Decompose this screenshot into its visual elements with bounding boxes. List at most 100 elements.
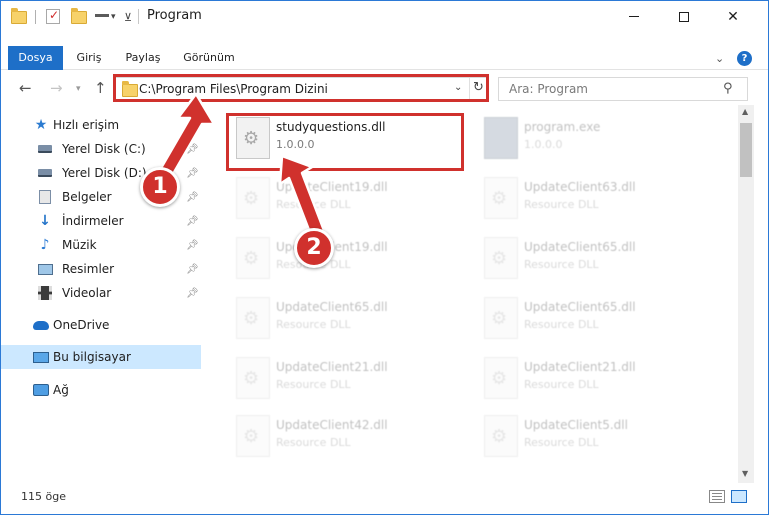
close-button[interactable]: ✕ xyxy=(710,1,756,32)
scroll-down-icon[interactable]: ▼ xyxy=(742,469,748,478)
dll-file-icon xyxy=(236,415,270,457)
scroll-thumb[interactable] xyxy=(740,123,752,177)
drive-icon xyxy=(37,141,53,157)
ribbon-tabs: Dosya Giriş Paylaş Görünüm ⌄ ? xyxy=(1,46,768,70)
large-icons-view-icon[interactable] xyxy=(731,490,747,503)
dll-file-icon xyxy=(484,297,518,339)
file-item[interactable]: program.exe 1.0.0.0 xyxy=(476,111,716,167)
pin-icon[interactable]: 📌︎ xyxy=(186,240,199,251)
pictures-icon xyxy=(37,261,53,277)
file-item[interactable]: UpdateClient65.dll Resource DLL xyxy=(476,291,716,347)
maximize-button[interactable] xyxy=(661,1,707,32)
drive-icon xyxy=(37,165,53,181)
file-name: UpdateClient65.dll xyxy=(276,300,388,314)
details-view-icon[interactable] xyxy=(709,490,725,503)
file-item[interactable]: UpdateClient5.dll Resource DLL xyxy=(476,409,716,465)
dll-file-icon xyxy=(484,237,518,279)
file-name: UpdateClient65.dll xyxy=(524,240,636,254)
explorer-window: ▾ ⊻ Program ✕ Dosya Giriş Paylaş Görünüm… xyxy=(0,0,769,515)
exe-file-icon xyxy=(484,117,518,159)
file-type: Resource DLL xyxy=(524,318,599,331)
file-name: program.exe xyxy=(524,120,601,134)
file-highlight-box xyxy=(226,113,464,171)
search-icon[interactable]: ⚲ xyxy=(723,81,733,96)
file-version: 1.0.0.0 xyxy=(524,138,563,151)
file-type: Resource DLL xyxy=(276,198,351,211)
sidebar-item-label: OneDrive xyxy=(53,318,110,332)
navigation-pane: ★ Hızlı erişim Yerel Disk (C:) 📌︎ Yerel … xyxy=(1,113,206,483)
properties-icon[interactable] xyxy=(46,8,60,24)
file-type: Resource DLL xyxy=(524,378,599,391)
back-arrow-icon[interactable]: ← xyxy=(19,79,32,97)
tab-view[interactable]: Görünüm xyxy=(176,46,242,70)
file-name: UpdateClient63.dll xyxy=(524,180,636,194)
expand-ribbon-icon[interactable]: ⌄ xyxy=(715,52,724,65)
up-arrow-icon[interactable]: ↑ xyxy=(94,79,107,97)
address-highlight-box xyxy=(113,74,489,102)
customize-toolbar-icon[interactable]: ⊻ xyxy=(124,9,132,25)
minimize-button[interactable] xyxy=(611,1,657,32)
computer-icon xyxy=(33,349,49,365)
status-bar: 115 öge xyxy=(1,485,768,509)
file-name: UpdateClient21.dll xyxy=(276,360,388,374)
dll-file-icon xyxy=(236,357,270,399)
sidebar-item-pictures[interactable]: Resimler 📌︎ xyxy=(1,257,201,281)
sidebar-item-label: Bu bilgisayar xyxy=(53,350,131,364)
file-type: Resource DLL xyxy=(276,318,351,331)
new-folder-icon[interactable] xyxy=(71,7,87,25)
forward-arrow-icon[interactable]: → xyxy=(50,79,63,97)
dll-file-icon xyxy=(484,415,518,457)
file-name: UpdateClient19.dll xyxy=(276,180,388,194)
pin-icon[interactable]: 📌︎ xyxy=(186,168,199,179)
help-icon[interactable]: ? xyxy=(737,51,752,66)
file-item[interactable]: UpdateClient21.dll Resource DLL xyxy=(476,351,716,407)
file-type: Resource DLL xyxy=(524,198,599,211)
scroll-up-icon[interactable]: ▲ xyxy=(742,107,748,116)
sidebar-item-local-disk-c[interactable]: Yerel Disk (C:) 📌︎ xyxy=(1,137,201,161)
sidebar-item-onedrive[interactable]: OneDrive xyxy=(1,313,201,337)
download-icon: ↓ xyxy=(39,213,51,229)
search-box[interactable]: Ara: Program ⚲ xyxy=(498,77,748,101)
item-count: 115 öge xyxy=(21,490,66,503)
dll-file-icon xyxy=(484,177,518,219)
folder-icon xyxy=(11,7,27,25)
file-name: UpdateClient21.dll xyxy=(524,360,636,374)
sidebar-item-this-pc[interactable]: Bu bilgisayar xyxy=(1,345,201,369)
sidebar-item-downloads[interactable]: ↓ İndirmeler 📌︎ xyxy=(1,209,201,233)
pin-icon[interactable]: 📌︎ xyxy=(186,144,199,155)
sidebar-item-music[interactable]: ♪ Müzik 📌︎ xyxy=(1,233,201,257)
file-item[interactable]: UpdateClient42.dll Resource DLL xyxy=(228,409,468,465)
file-item[interactable]: UpdateClient21.dll Resource DLL xyxy=(228,351,468,407)
view-options-icon[interactable] xyxy=(95,9,110,23)
sidebar-item-label: Videolar xyxy=(62,286,112,300)
sidebar-item-label: Resimler xyxy=(62,262,115,276)
search-placeholder[interactable]: Ara: Program xyxy=(509,82,588,96)
recent-locations-icon[interactable]: ▾ xyxy=(76,84,81,94)
tab-file[interactable]: Dosya xyxy=(8,46,63,70)
window-title: Program xyxy=(147,8,202,23)
sidebar-item-quick-access[interactable]: ★ Hızlı erişim xyxy=(1,113,201,137)
file-type: Resource DLL xyxy=(276,378,351,391)
pin-icon[interactable]: 📌︎ xyxy=(186,216,199,227)
pin-icon[interactable]: 📌︎ xyxy=(186,192,199,203)
videos-icon xyxy=(37,285,53,301)
sidebar-item-videos[interactable]: Videolar 📌︎ xyxy=(1,281,201,305)
sidebar-item-network[interactable]: Ağ xyxy=(1,378,201,402)
file-item[interactable]: UpdateClient19.dll Resource DLL xyxy=(228,231,468,287)
sidebar-item-label: İndirmeler xyxy=(62,214,124,228)
file-item[interactable]: UpdateClient19.dll Resource DLL xyxy=(228,171,468,227)
tab-home[interactable]: Giriş xyxy=(65,46,113,70)
file-item[interactable]: UpdateClient63.dll Resource DLL xyxy=(476,171,716,227)
pin-icon[interactable]: 📌︎ xyxy=(186,264,199,275)
sidebar-item-label: Ağ xyxy=(53,383,69,397)
file-item[interactable]: UpdateClient65.dll Resource DLL xyxy=(476,231,716,287)
vertical-scrollbar[interactable]: ▲ ▼ xyxy=(738,105,754,483)
tab-share[interactable]: Paylaş xyxy=(118,46,168,70)
file-item[interactable]: UpdateClient65.dll Resource DLL xyxy=(228,291,468,347)
music-icon: ♪ xyxy=(40,237,50,253)
step-badge-1: 1 xyxy=(140,167,180,207)
sidebar-item-label: Belgeler xyxy=(62,190,112,204)
sidebar-item-label: Hızlı erişim xyxy=(53,118,120,132)
pin-icon[interactable]: 📌︎ xyxy=(186,288,199,299)
view-dropdown-icon[interactable]: ▾ xyxy=(111,9,116,25)
